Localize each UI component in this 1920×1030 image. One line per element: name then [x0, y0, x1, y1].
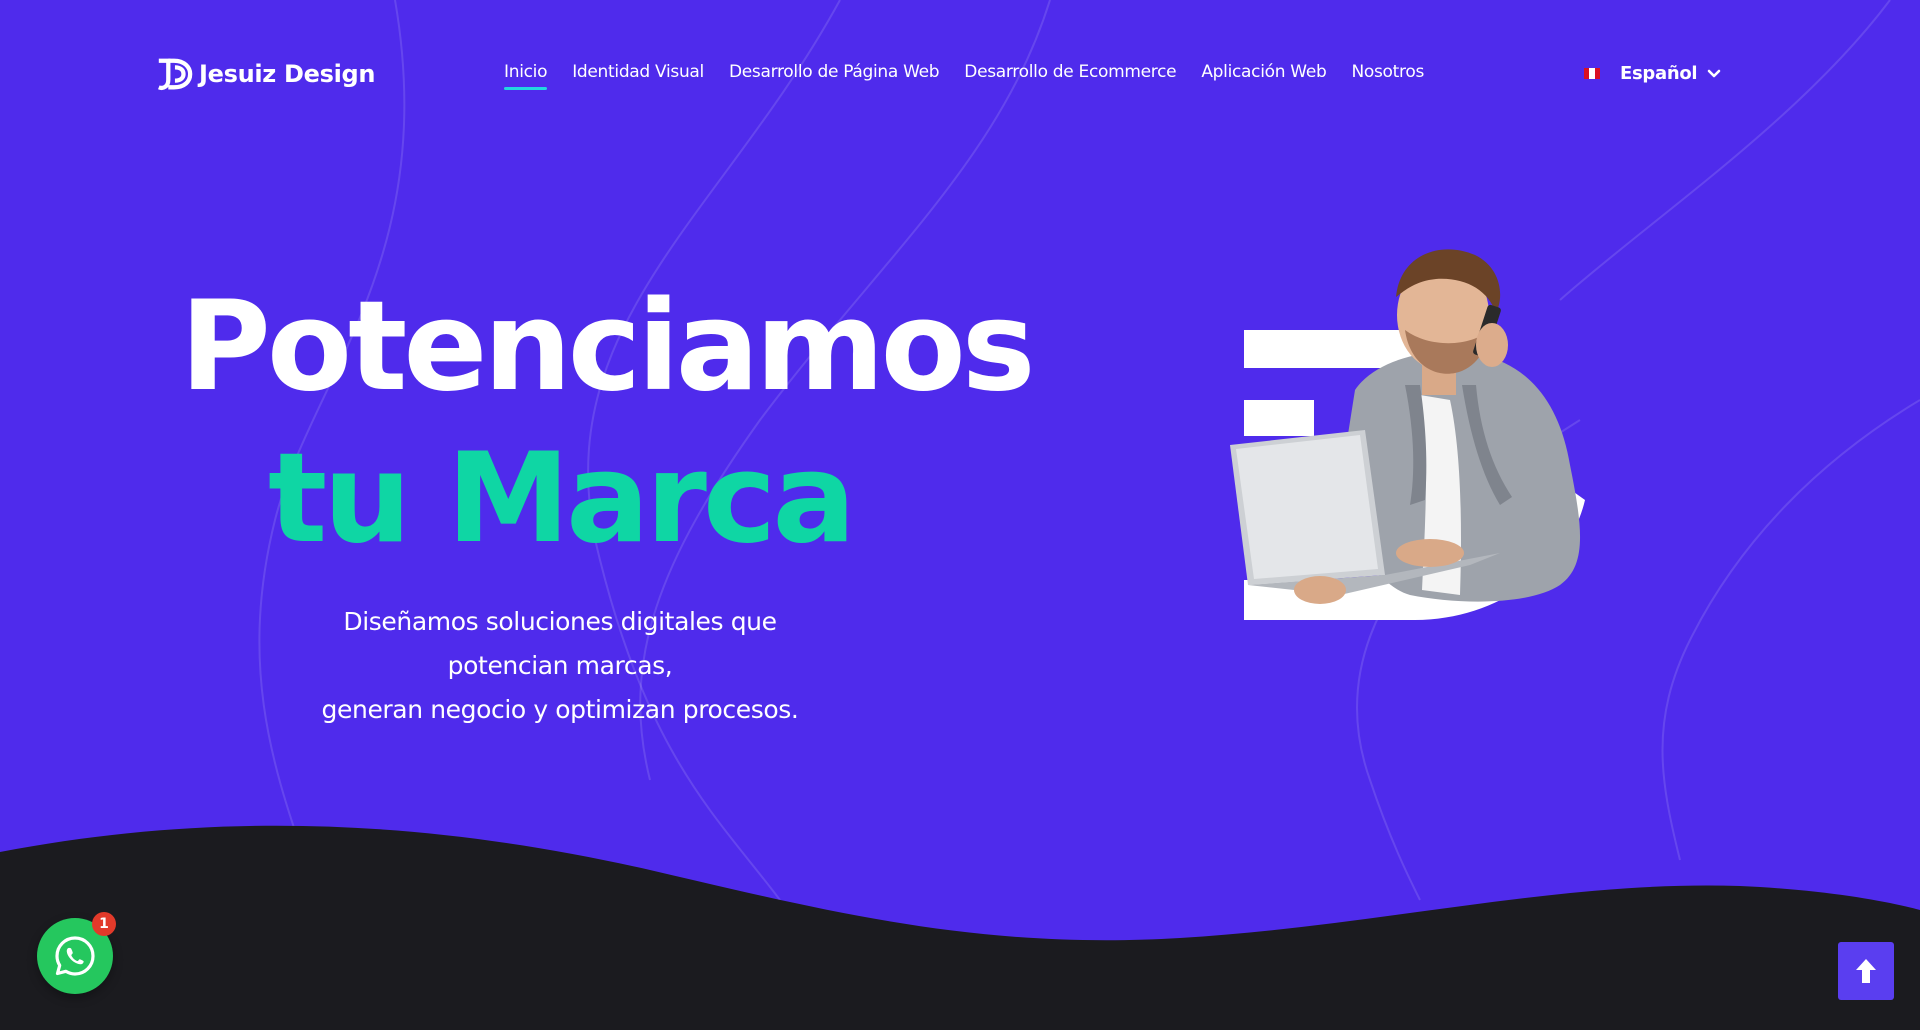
chevron-down-icon [1707, 69, 1721, 77]
hero-subtitle-line-2: generan negocio y optimizan procesos. [321, 695, 799, 724]
nav-item-desarrollo-ecommerce[interactable]: Desarrollo de Ecommerce [964, 62, 1176, 90]
brand-name: Jesuiz Design [199, 60, 376, 88]
main-nav: Inicio Identidad Visual Desarrollo de Pá… [504, 62, 1424, 90]
bottom-wave [0, 825, 1920, 1030]
nav-item-nosotros[interactable]: Nosotros [1351, 62, 1424, 90]
language-selector[interactable]: Español [1584, 63, 1723, 84]
nav-item-desarrollo-pagina-web[interactable]: Desarrollo de Página Web [729, 62, 940, 90]
site-header: Jesuiz Design Inicio Identidad Visual De… [0, 0, 1920, 150]
peru-flag-icon [1584, 68, 1600, 79]
whatsapp-icon [55, 936, 95, 976]
page: Jesuiz Design Inicio Identidad Visual De… [0, 0, 1920, 1030]
nav-item-inicio[interactable]: Inicio [504, 62, 547, 90]
hero-illustration [1230, 249, 1585, 620]
hero-subtitle-line-1: Diseñamos soluciones digitales que poten… [343, 607, 777, 680]
hero-subtitle: Diseñamos soluciones digitales que poten… [300, 600, 820, 732]
nav-item-aplicacion-web[interactable]: Aplicación Web [1201, 62, 1326, 90]
nav-item-identidad-visual[interactable]: Identidad Visual [572, 62, 704, 90]
brand-logo[interactable]: Jesuiz Design [155, 55, 376, 93]
hero-title-line-2: tu Marca [267, 427, 856, 571]
language-label: Español [1620, 63, 1698, 84]
hero-title-line-1: Potenciamos [180, 275, 1036, 419]
whatsapp-notification-badge: 1 [92, 912, 116, 936]
scroll-to-top-button[interactable] [1838, 942, 1894, 1000]
jd-monogram-icon [158, 58, 193, 90]
arrow-up-icon [1856, 959, 1876, 983]
